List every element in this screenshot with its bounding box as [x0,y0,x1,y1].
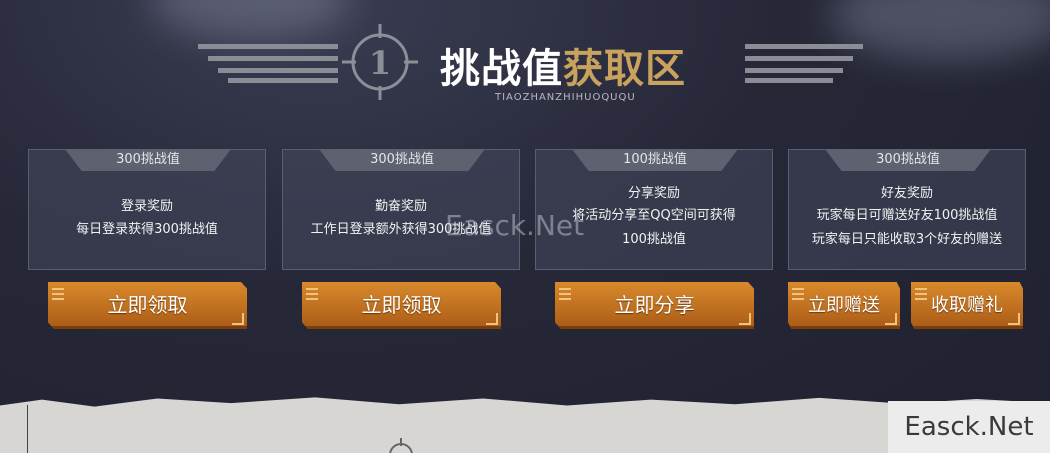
card-title: 分享奖励 [627,186,680,201]
claim-login-button[interactable]: 立即领取 [48,282,247,329]
card-points: 300挑战值 [825,149,991,171]
card-desc-line: 每日登录获得300挑战值 [76,222,218,237]
button-label: 立即领取 [361,293,442,317]
card-points: 300挑战值 [65,149,231,171]
page-subtitle: TIAOZHANZHIHUOQUQU [495,92,636,103]
left-stripes-decoration [198,44,343,84]
title-part2: 获取区 [563,46,686,92]
card-desc-line: 玩家每日可赠送好友100挑战值 [816,208,998,223]
button-label: 立即分享 [614,293,695,317]
card-desc-line: 玩家每日只能收取3个好友的赠送 [811,232,1003,247]
button-label: 收取赠礼 [931,295,1003,316]
divider-line [27,405,28,453]
page-title: 挑战值获取区 [440,36,686,94]
share-button[interactable]: 立即分享 [555,282,754,329]
card-title: 好友奖励 [880,186,933,201]
right-stripes-decoration [745,44,890,84]
gift-button[interactable]: 立即赠送 [788,282,900,329]
card-description: 每日登录获得300挑战值 [29,218,265,242]
watermark-text: Easck.Net [445,209,585,242]
button-label: 立即赠送 [808,295,880,316]
claim-diligence-button[interactable]: 立即领取 [302,282,501,329]
card-friend-reward: 300挑战值 好友奖励 玩家每日可赠送好友100挑战值 玩家每日只能收取3个好友… [788,149,1026,270]
crosshair-icon: 1 [342,24,418,100]
card-description: 玩家每日可赠送好友100挑战值 玩家每日只能收取3个好友的赠送 [789,204,1025,252]
card-login-reward: 300挑战值 登录奖励 每日登录获得300挑战值 [28,149,266,270]
card-points: 100挑战值 [572,149,738,171]
card-points: 300挑战值 [319,149,485,171]
button-label: 立即领取 [107,293,188,317]
card-title: 登录奖励 [120,199,173,214]
smoke-decoration [150,0,350,40]
crosshair-icon [389,438,413,453]
title-part1: 挑战值 [440,46,563,92]
emblem-number: 1 [369,44,391,82]
watermark-box: Easck.Net [888,401,1050,453]
receive-gift-button[interactable]: 收取赠礼 [911,282,1023,329]
